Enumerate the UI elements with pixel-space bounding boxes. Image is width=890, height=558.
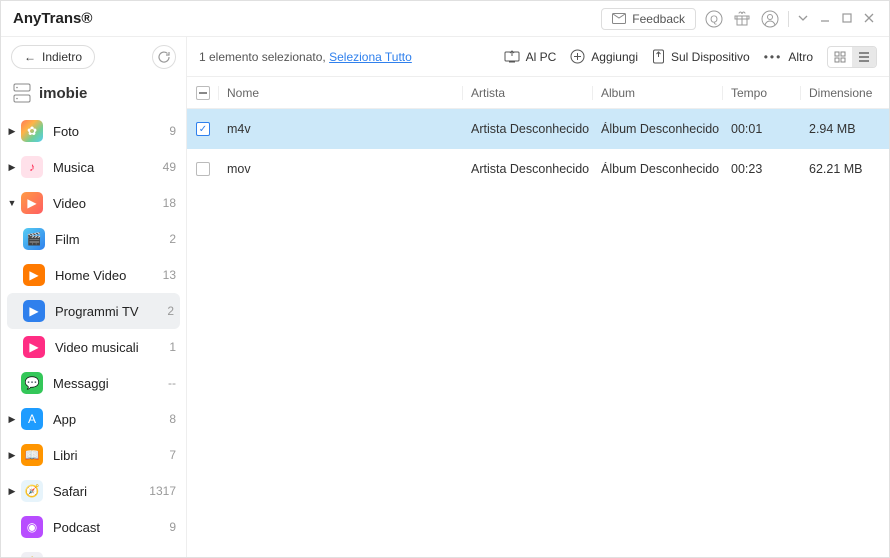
table-row[interactable]: mov Artista Desconhecido Álbum Desconhec… xyxy=(187,149,889,189)
col-artista[interactable]: Artista xyxy=(463,86,593,100)
select-all-link[interactable]: Seleziona Tutto xyxy=(329,50,412,64)
chevron-down-icon: ▼ xyxy=(7,198,17,208)
col-tempo[interactable]: Tempo xyxy=(723,86,801,100)
cell-album: Álbum Desconhecido xyxy=(593,122,723,136)
to-pc-icon xyxy=(504,50,520,63)
back-button[interactable]: ← Indietro xyxy=(11,45,95,69)
table-row[interactable]: m4v Artista Desconhecido Álbum Desconhec… xyxy=(187,109,889,149)
to-device-button[interactable]: Sul Dispositivo xyxy=(652,49,750,64)
col-album[interactable]: Album xyxy=(593,86,723,100)
chevron-right-icon: ▶ xyxy=(7,486,17,497)
chevron-right-icon: ▶ xyxy=(7,414,17,425)
cell-artista: Artista Desconhecido xyxy=(463,122,593,136)
cell-tempo: 00:23 xyxy=(723,162,801,176)
sidebar-item-film[interactable]: 🎬Film2 xyxy=(1,221,186,257)
sidebar-item-messaggi[interactable]: ▶💬Messaggi-- xyxy=(1,365,186,401)
tv-icon: ▶ xyxy=(23,300,45,322)
minimize-icon[interactable] xyxy=(819,12,833,26)
grid-view-button[interactable] xyxy=(828,47,852,67)
chevron-down-icon[interactable] xyxy=(797,12,811,26)
book-icon: 📖 xyxy=(21,444,43,466)
music-icon: ♪ xyxy=(21,156,43,178)
sidebar-item-programmi-tv[interactable]: ▶Programmi TV2 xyxy=(7,293,180,329)
camera-icon: ▶ xyxy=(23,264,45,286)
divider xyxy=(788,11,789,27)
more-icon: ••• xyxy=(764,50,783,64)
sidebar-item-musica[interactable]: ▶♪Musica49 xyxy=(1,149,186,185)
cell-album: Álbum Desconhecido xyxy=(593,162,723,176)
row-checkbox[interactable] xyxy=(196,122,210,136)
cell-dimensione: 2.94 MB xyxy=(801,122,889,136)
chevron-right-icon: ▶ xyxy=(7,450,17,461)
sidebar-item-podcast[interactable]: ▶◉Podcast9 xyxy=(1,509,186,545)
film-icon: 🎬 xyxy=(23,228,45,250)
refresh-button[interactable] xyxy=(152,45,176,69)
maximize-icon[interactable] xyxy=(841,12,855,26)
sidebar-item-suonerie[interactable]: ▶🔔Suonerie27 xyxy=(1,545,186,557)
feedback-button[interactable]: Feedback xyxy=(601,8,696,30)
photo-icon: ✿ xyxy=(21,120,43,142)
close-icon[interactable] xyxy=(863,12,877,26)
header-checkbox[interactable] xyxy=(196,86,210,100)
message-icon: 💬 xyxy=(21,372,43,394)
col-dimensione[interactable]: Dimensione xyxy=(801,86,889,100)
more-button[interactable]: •••Altro xyxy=(764,50,813,64)
video-icon: ▶ xyxy=(21,192,43,214)
device-icon xyxy=(13,83,31,103)
list-view-button[interactable] xyxy=(852,47,876,67)
cell-artista: Artista Desconhecido xyxy=(463,162,593,176)
col-nome[interactable]: Nome xyxy=(219,86,463,100)
sidebar-item-video-musicali[interactable]: ▶Video musicali1 xyxy=(1,329,186,365)
app-title: AnyTrans® xyxy=(13,10,92,27)
cell-dimensione: 62.21 MB xyxy=(801,162,889,176)
account-icon[interactable] xyxy=(760,9,780,29)
podcast-icon: ◉ xyxy=(21,516,43,538)
chevron-right-icon: ▶ xyxy=(7,162,17,173)
table-header: Nome Artista Album Tempo Dimensione xyxy=(187,77,889,109)
bell-icon: 🔔 xyxy=(21,552,43,557)
sidebar-item-libri[interactable]: ▶📖Libri7 xyxy=(1,437,186,473)
cell-nome: m4v xyxy=(219,122,463,136)
app-icon: A xyxy=(21,408,43,430)
sidebar-item-foto[interactable]: ▶✿Foto9 xyxy=(1,113,186,149)
chevron-right-icon: ▶ xyxy=(7,126,17,137)
mail-icon xyxy=(612,13,626,24)
cell-nome: mov xyxy=(219,162,463,176)
sidebar-item-safari[interactable]: ▶🧭Safari1317 xyxy=(1,473,186,509)
sidebar-item-app[interactable]: ▶AApp8 xyxy=(1,401,186,437)
sidebar-item-video[interactable]: ▼▶Video18 xyxy=(1,185,186,221)
help-icon[interactable]: Q xyxy=(704,9,724,29)
add-button[interactable]: Aggiungi xyxy=(570,49,638,64)
svg-text:Q: Q xyxy=(710,14,718,25)
safari-icon: 🧭 xyxy=(21,480,43,502)
sidebar: ← Indietro imobie ▶✿Foto9 ▶♪Musica49 ▼▶V… xyxy=(1,37,187,557)
music-video-icon: ▶ xyxy=(23,336,45,358)
plus-circle-icon xyxy=(570,49,585,64)
device-name: imobie xyxy=(39,85,87,102)
arrow-left-icon: ← xyxy=(24,50,36,64)
sidebar-item-home-video[interactable]: ▶Home Video13 xyxy=(1,257,186,293)
selection-status: 1 elemento selezionato, Seleziona Tutto xyxy=(199,50,412,64)
row-checkbox[interactable] xyxy=(196,162,210,176)
back-label: Indietro xyxy=(42,50,82,64)
feedback-label: Feedback xyxy=(632,12,685,26)
to-pc-button[interactable]: Al PC xyxy=(504,50,557,64)
to-device-icon xyxy=(652,49,665,64)
gift-icon[interactable] xyxy=(732,9,752,29)
cell-tempo: 00:01 xyxy=(723,122,801,136)
